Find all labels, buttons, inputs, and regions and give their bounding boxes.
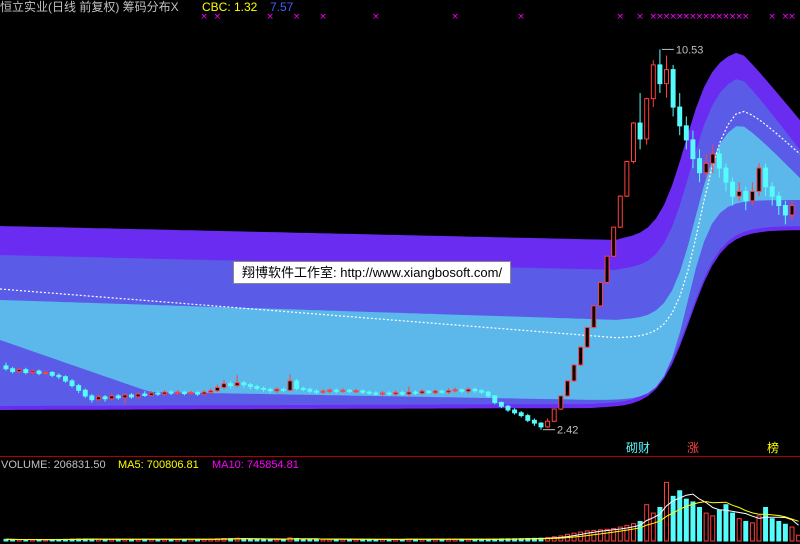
watermark-banner: 翔博软件工作室: http://www.xiangbosoft.com/ <box>233 261 512 284</box>
candle <box>604 255 610 284</box>
volume-bar <box>743 520 749 542</box>
signal-marker: × <box>319 12 327 22</box>
candle <box>670 64 676 117</box>
candle <box>584 326 590 349</box>
candle <box>531 418 537 426</box>
volume-bar <box>670 495 676 542</box>
signal-marker: × <box>636 12 644 22</box>
candle <box>82 388 88 398</box>
candle <box>644 97 650 145</box>
candle <box>545 418 551 428</box>
cbc-value: 7.57 <box>270 0 294 14</box>
candle <box>525 413 531 423</box>
signal-marker: × <box>788 12 796 22</box>
candle <box>518 410 524 418</box>
tag-label: 榜 <box>767 441 780 455</box>
volume-bar <box>690 501 696 542</box>
candle <box>624 160 630 198</box>
volume-bar <box>763 507 769 542</box>
high-price-label: 10.53 <box>676 44 704 56</box>
volume-label: VOLUME: 206831.50 <box>1 459 106 471</box>
cbc-label: CBC: 1.32 <box>202 0 258 14</box>
volume-bar <box>796 534 800 542</box>
tag-label: 涨 <box>687 441 700 455</box>
signal-marker: × <box>293 12 301 22</box>
volume-bar <box>756 515 762 542</box>
signal-marker: × <box>451 12 459 22</box>
signal-marker: × <box>742 12 750 22</box>
candle <box>551 408 557 423</box>
candle <box>492 394 498 405</box>
tag-label: 砌财 <box>626 441 651 455</box>
candle <box>294 379 300 391</box>
candle <box>571 364 577 382</box>
candle <box>558 395 564 410</box>
volume-bar <box>716 509 722 542</box>
low-price-label: 2.42 <box>557 425 578 437</box>
signal-marker: × <box>768 12 776 22</box>
volume-bar <box>664 481 669 542</box>
volume-bars <box>3 481 800 542</box>
candle <box>664 55 669 98</box>
candle <box>617 195 623 229</box>
candle <box>512 408 518 415</box>
volume-bar <box>776 520 782 542</box>
candle <box>538 422 544 430</box>
signal-marker: × <box>517 12 525 22</box>
volume-bar <box>769 518 775 542</box>
volume-bar <box>697 507 703 542</box>
volume-bar <box>644 504 650 542</box>
ma10-label: MA10: 745854.81 <box>212 459 299 471</box>
candle <box>756 163 762 197</box>
ma5-label: MA5: 700806.81 <box>118 459 199 471</box>
volume-bar <box>730 512 736 542</box>
candle <box>611 226 617 258</box>
signal-marker: × <box>616 12 624 22</box>
candle <box>630 122 636 164</box>
volume-bar <box>254 538 260 542</box>
candle <box>597 281 603 307</box>
chart-title: 恒立实业(日线 前复权) 筹码分布X <box>0 0 179 14</box>
candle <box>591 305 597 329</box>
volume-bar <box>261 538 267 542</box>
volume-bar <box>782 523 788 542</box>
candle <box>637 93 643 150</box>
candle <box>650 60 656 108</box>
volume-bar <box>736 518 742 542</box>
candle <box>564 380 570 397</box>
chart-window: × × × × × × × × × × × × × × × × × × × × × × × × × × × × 10.53 2.42 恒… <box>0 0 800 544</box>
volume-bar <box>710 515 716 542</box>
candle <box>657 49 663 94</box>
volume-bar <box>789 526 795 542</box>
volume-bar <box>703 512 709 542</box>
volume-bar <box>313 538 319 542</box>
signal-marker: × <box>372 12 380 22</box>
candle <box>505 404 511 412</box>
volume-bar <box>749 522 755 542</box>
candle <box>677 93 683 136</box>
candle <box>578 346 584 366</box>
